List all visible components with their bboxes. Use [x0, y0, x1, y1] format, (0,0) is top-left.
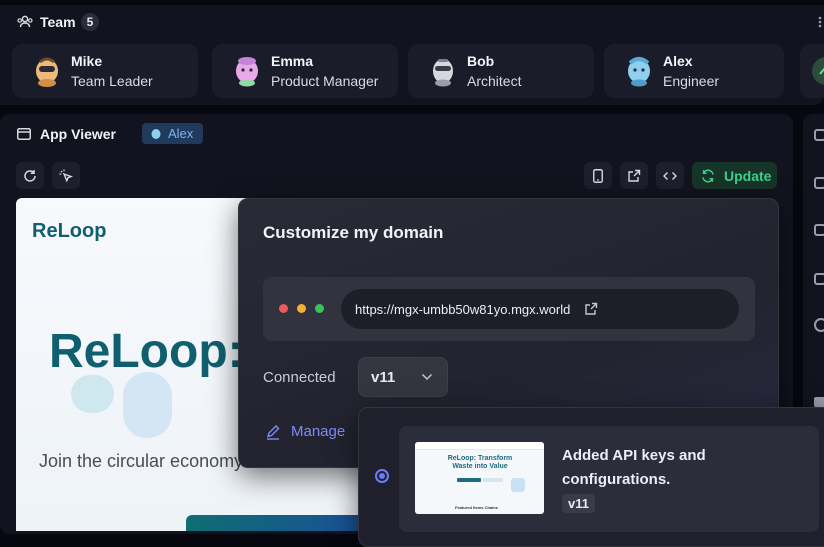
alex-mini-avatar: [151, 128, 161, 139]
member-name: Mike: [71, 53, 103, 69]
thumb-section-title: Featured Items Chains: [455, 505, 498, 510]
thumb-cta-secondary: [483, 478, 503, 482]
chevron-down-icon: [422, 373, 433, 381]
decorative-bubble: [123, 372, 172, 438]
member-name: Alex: [663, 53, 693, 69]
app-viewer-icon: [17, 127, 31, 145]
cursor-click-icon: [59, 169, 73, 183]
team-icon: [17, 15, 33, 29]
window-close-dot: [279, 304, 288, 313]
code-view-button[interactable]: [656, 162, 684, 189]
open-url-icon[interactable]: [584, 302, 598, 316]
preview-tagline: Join the circular economy: [39, 451, 244, 471]
decorative-bubble: [71, 375, 114, 413]
member-card-mike[interactable]: Mike Team Leader: [12, 44, 198, 98]
member-role: Team Leader: [71, 73, 153, 89]
folder-icon[interactable]: [814, 397, 824, 407]
mobile-icon: [593, 168, 603, 183]
version-radio-selected[interactable]: [375, 469, 389, 483]
browser-icon[interactable]: [814, 224, 824, 236]
agent-badge[interactable]: Alex: [142, 123, 203, 144]
edit-icon: [266, 424, 280, 440]
update-button[interactable]: Update: [692, 162, 777, 189]
mike-avatar: [36, 57, 58, 87]
more-menu-icon[interactable]: [818, 15, 822, 29]
thumb-nav-bar: [415, 442, 544, 450]
domain-url-box: https://mgx-umbb50w81yo.mgx.world: [263, 277, 755, 341]
globe-icon[interactable]: [814, 318, 824, 332]
update-label: Update: [724, 167, 772, 184]
manage-link[interactable]: Manage: [265, 423, 345, 440]
terminal-icon[interactable]: [814, 129, 824, 141]
preview-hero-title: ReLoop:: [49, 325, 244, 378]
member-card-bob[interactable]: Bob Architect: [408, 44, 594, 98]
code-icon: [663, 171, 677, 180]
domain-popup-title: Customize my domain: [263, 223, 444, 242]
version-list-dropdown: ReLoop: Transform Waste into Value Featu…: [358, 407, 824, 547]
preview-cta-button[interactable]: [186, 515, 366, 531]
version-item[interactable]: ReLoop: Transform Waste into Value Featu…: [399, 426, 819, 532]
window-maximize-dot: [315, 304, 324, 313]
member-name: Bob: [467, 53, 495, 69]
open-external-button[interactable]: [620, 162, 648, 189]
thumb-card: [511, 478, 525, 492]
clipboard-icon[interactable]: [814, 177, 824, 189]
sync-icon: [702, 169, 714, 182]
member-role: Architect: [467, 73, 522, 89]
version-description: Added API keys and configurations.: [562, 447, 706, 488]
bob-avatar: [433, 59, 453, 87]
thumb-cta: [457, 478, 481, 482]
mobile-view-button[interactable]: [584, 162, 612, 189]
domain-url-field[interactable]: https://mgx-umbb50w81yo.mgx.world: [341, 289, 739, 329]
connection-status-label: Connected: [263, 369, 336, 386]
thumb-title: ReLoop: Transform Waste into Value: [447, 455, 513, 470]
window-minimize-dot: [297, 304, 306, 313]
emma-avatar: [236, 57, 258, 87]
agent-badge-label: Alex: [168, 126, 194, 141]
version-select-value: v11: [371, 368, 396, 386]
external-link-icon: [628, 169, 641, 182]
member-role: Engineer: [663, 73, 720, 89]
partial-avatar: [812, 57, 824, 85]
select-element-button[interactable]: [52, 162, 80, 189]
domain-url-text[interactable]: https://mgx-umbb50w81yo.mgx.world: [355, 302, 570, 317]
refresh-button[interactable]: [16, 162, 44, 189]
member-role: Product Manager: [271, 73, 379, 89]
version-select[interactable]: v11: [358, 357, 448, 397]
team-title: Team: [40, 14, 76, 30]
member-card-partial[interactable]: [800, 44, 824, 98]
member-card-alex[interactable]: Alex Engineer: [604, 44, 784, 98]
version-thumbnail: ReLoop: Transform Waste into Value Featu…: [415, 442, 544, 514]
version-tag: v11: [562, 494, 595, 513]
alex-avatar: [628, 57, 650, 87]
preview-logo[interactable]: ReLoop: [32, 220, 106, 243]
member-card-emma[interactable]: Emma Product Manager: [212, 44, 398, 98]
team-count-badge: 5: [81, 13, 99, 31]
member-name: Emma: [271, 53, 314, 69]
editor-icon[interactable]: [814, 273, 824, 285]
app-viewer-title: App Viewer: [40, 126, 116, 142]
manage-label[interactable]: Manage: [291, 423, 345, 440]
refresh-icon: [24, 169, 36, 182]
